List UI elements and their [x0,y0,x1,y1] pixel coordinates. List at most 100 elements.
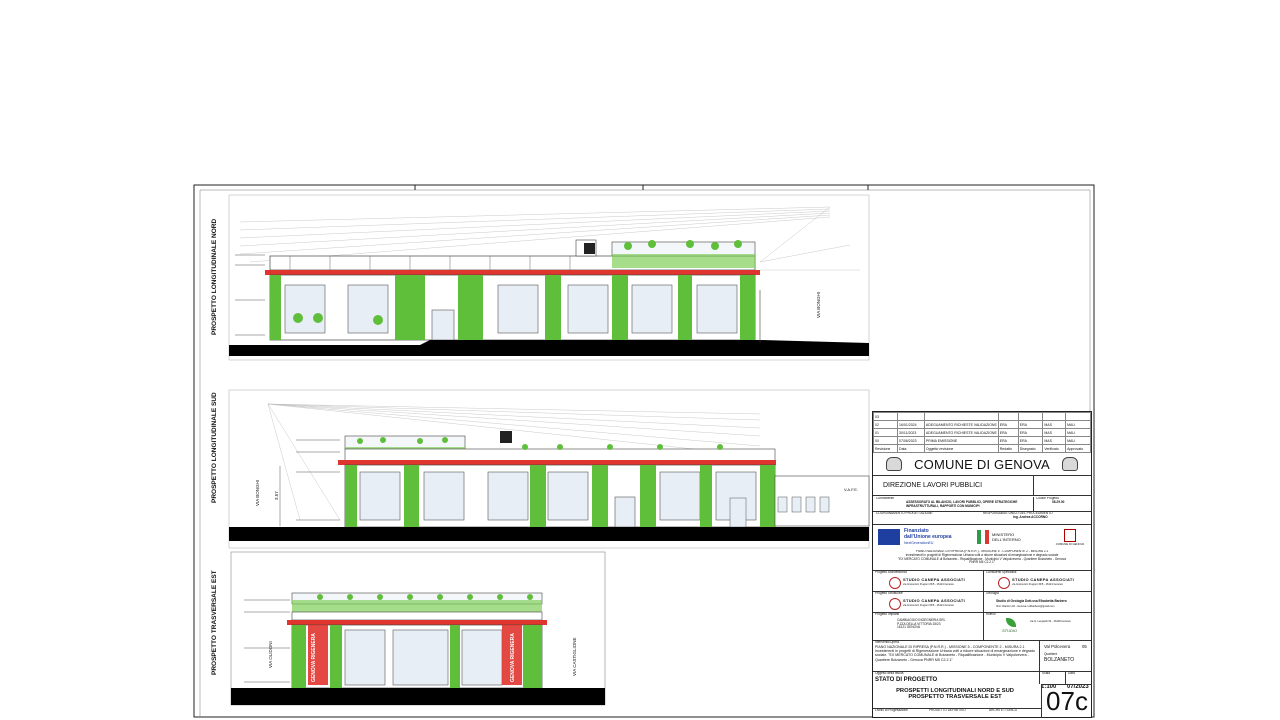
revision-cell-date [897,412,925,421]
gate-label-sud: V.A.F.E. [844,487,858,492]
prog-imp-label: Progetto Impianti [875,613,900,616]
municipio-block: Val Polcevera 05 Quartiere BOLZANETO [1039,641,1092,671]
rilievo-info: via G. Leopardi 34 - 16129 Genova [1030,620,1071,623]
data-label: Data [1068,672,1075,675]
pnrr-description: PIANO NAZIONALE DI RIPRESA (P.N.R.R.) - … [876,550,1088,570]
revision-cell-a [997,412,1019,421]
comune-small-crest-icon [1064,529,1076,542]
sign-est-right: GENOVA RIGENERA [510,633,516,682]
rup-block: RESPONSABILE UNICO DEL PROCEDIMENTO Ing.… [983,512,1089,524]
municipio-value: Val Polcevera [1044,644,1071,649]
committente-value: ASSESSORATO AL BILANCIO, LAVORI PUBBLICI… [906,499,1018,508]
italy-flag-icon [977,530,989,544]
revision-row: 03 [872,412,1091,421]
oggetto-line-1: PROSPETTI LONGITUDINALI NORD E SUD [896,687,1014,694]
livello-label: Livello di Progettazione [875,709,908,712]
ministero-logo: MINISTERO DELL'INTERNO [977,528,1037,548]
tavola-code: 07c [1041,684,1092,718]
codice-block: Codice Progetto 08.29.00 [1033,497,1092,511]
geologia-value: Studio di Geologia Dott.ssa Elisabetta B… [996,599,1067,603]
studio-info-cons: via Innocenzo Frugoni 15/5 - 16121 Genov… [1012,583,1063,586]
revision-cell-a: Redatto [997,444,1019,453]
elevation-nord-title: PROSPETTO LONGITUDINALE NORD [211,219,218,335]
revision-cell-rev: 00 [872,436,899,445]
street-label-est-right: VIA CASTIGLIONE [572,637,577,676]
revision-cell-b: ERA [1017,428,1044,437]
revision-cell-d [1065,412,1091,421]
municipio-number: 05 [1082,644,1087,649]
eu-funding-text-3: NextGenerationEU [904,541,934,545]
revision-cell-c: MAS [1042,428,1067,437]
studio-info-arch: via Innocenzo Frugoni 15/5 - 16121 Genov… [903,583,954,586]
impianti-line-3: 16121 GENOVA [897,625,921,630]
revision-cell-rev: 01 [872,428,899,437]
revision-row: 00 07/06/2023 PRIMA EMISSIONE ERA ERA MAS MAU [872,436,1091,445]
rilievo-logo-text: STUDIO [1002,628,1018,633]
revision-cell-desc: ADEGUAMENTO RICHIESTE VALIDAZIONE [923,428,999,437]
street-label-sud-left: VIA BONGHI [255,480,260,506]
studio-name-strutt: STUDIO CANEPA ASSOCIATI [903,598,966,603]
prog-arch-label: Progetto Architettonico [875,571,908,574]
title-block: 03 02 16/01/2024 ADEGUAMENTO RICHIESTE VALI… [872,411,1092,718]
revision-cell-b: Disegnato [1017,444,1044,453]
dimension-label-sud: 3.57 [274,491,279,500]
eu-funding-logo: Finanziato dall'Unione europea NextGener… [878,528,958,548]
data-block: Data [1065,672,1092,684]
rilievo-label: Rilievo [986,613,996,616]
disciplina-value: ARCHITETTONICO [989,709,1018,712]
prog-strutt-block: Progetto Strutturale STUDIO CANEPA ASSOC… [875,592,980,612]
comune-small-text: COMUNE DI GENOVA [1055,542,1085,546]
revision-cell-b: ERA [1017,436,1044,445]
prog-imp-block: Progetto Impianti CAMBIAGGIO INGEGNERIA … [875,613,980,640]
geologia-label: Geologia [986,592,999,595]
eu-flag-icon [878,529,900,545]
revision-cell-d: Approvato [1065,444,1091,453]
studio-name-arch: STUDIO CANEPA ASSOCIATI [903,577,966,582]
revision-cell-date: 30/11/2023 [897,428,925,437]
street-label-nord-right: VIA BONGHI [816,292,821,318]
street-label-est-left: VIA OLIDONI [268,641,273,668]
revision-cell-b: ERA [1017,420,1044,429]
revision-cell-rev: 02 [872,420,899,429]
direzione-blank [1033,475,1092,496]
revision-cell-date: Data [897,444,925,453]
revision-cell-d: MAU [1065,420,1091,429]
rilievo-block: Rilievo STUDIO via G. Leopardi 34 - 1612… [983,613,1092,640]
comune-small-logo: COMUNE DI GENOVA [1051,528,1089,548]
revision-cell-a: ERA [997,420,1019,429]
revision-cell-c [1042,412,1067,421]
revision-cell-desc: Oggetto revisione [923,444,999,453]
elevation-est-title: PROSPETTO TRASVERSALE EST [211,570,218,675]
quartiere-value: BOLZANETO [1044,657,1075,663]
prog-strutt-label: Progetto Strutturale [875,592,903,595]
rup-value: Ing. Andrea ACCORNO [1013,514,1048,519]
revision-table: 03 02 16/01/2024 ADEGUAMENTO RICHIESTE VALI… [872,412,1091,453]
studio-logo-icon-2 [998,577,1010,589]
prog-arch-block: Progetto Architettonico STUDIO CANEPA AS… [875,571,980,591]
geologia-info: Vico Cilantro 2/2 - Genova / elibarbero@… [996,605,1055,608]
studio-logo-icon-3 [889,598,901,610]
revision-cell-c: MAS [1042,420,1067,429]
intervento-value: PIANO NAZIONALE DI RIPRESA (P.N.R.R.) - … [875,644,1035,662]
genova-crest-icon [886,457,903,471]
studio-logo-icon [889,577,901,589]
studio-info-strutt: via Innocenzo Frugoni 15/5 - 16121 Genov… [903,604,954,607]
eu-funding-text-2: dall'Unione europea [904,534,952,540]
ministero-text: MINISTERO DELL'INTERNO [992,532,1021,542]
sign-est-left: GENOVA RIGENERA [311,633,317,682]
pnrr-line-4: PNRR M5 C2.2.1" [969,560,995,565]
revision-cell-c: MAS [1042,436,1067,445]
consulente-label: Consulenti Specialisti [986,571,1017,574]
revision-cell-a: ERA [997,436,1019,445]
stato-value: STATO DI PROGETTO [875,676,938,683]
revision-cell-rev: 03 [872,412,899,421]
livello-value: PROGETTO DEFINITIVO [929,709,966,712]
scala-label: Scala [1042,672,1050,675]
elevation-sud-title: PROSPETTO LONGITUDINALE SUD [211,392,218,503]
revision-row: Revisione Data Oggetto revisione Redatto Dis… [872,444,1091,453]
revision-cell-a: ERA [997,428,1019,437]
intervento-block: Intervento/Opera PIANO NAZIONALE DI RIPR… [875,641,1035,671]
oggetto-block: Oggetto della tavola STATO DI PROGETTO P… [875,672,1035,708]
revision-cell-c: Verificato [1042,444,1067,453]
oggetto-line-2: PROSPETTO TRASVERSALE EST [908,693,1002,700]
